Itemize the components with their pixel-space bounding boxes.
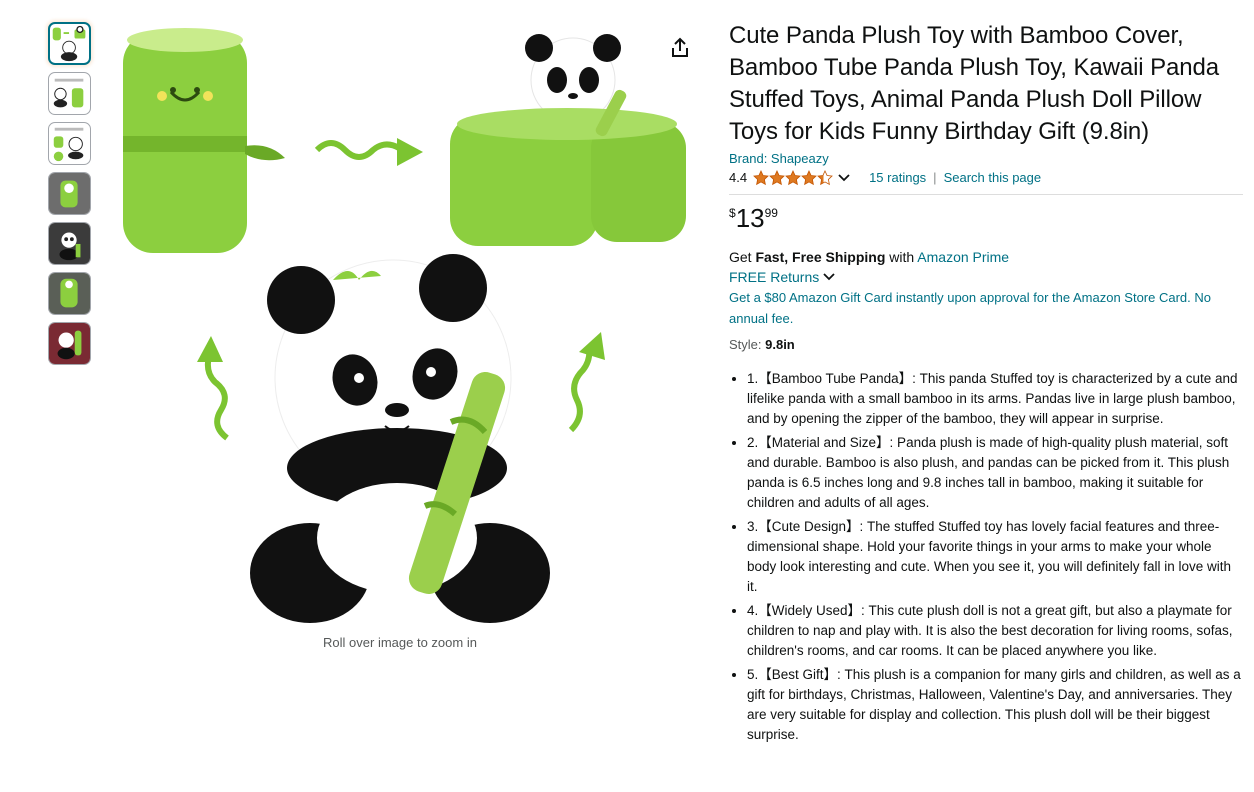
feature-bullet: 4.【Widely Used】: This cute plush doll is… bbox=[747, 601, 1243, 661]
style-value: 9.8in bbox=[765, 337, 795, 352]
thumbnail-3[interactable] bbox=[48, 122, 91, 165]
thumbnail-1[interactable] bbox=[48, 22, 91, 65]
shipping-middle: with bbox=[885, 249, 918, 265]
star-icon bbox=[753, 170, 769, 186]
thumbnail-4[interactable] bbox=[48, 172, 91, 215]
chevron-down-icon[interactable] bbox=[837, 171, 851, 185]
thumbnail-6[interactable] bbox=[48, 272, 91, 315]
thumbnail-7[interactable] bbox=[48, 322, 91, 365]
price-fraction: 99 bbox=[764, 206, 778, 220]
thumbnail-image bbox=[53, 127, 84, 162]
share-icon bbox=[672, 37, 688, 57]
style-selector: Style: 9.8in bbox=[729, 335, 1243, 355]
feature-bullets: 1.【Bamboo Tube Panda】: This panda Stuffe… bbox=[729, 369, 1243, 745]
rating-row: 4.4 15 ratings | Search this page bbox=[729, 168, 1243, 195]
thumbnail-image bbox=[49, 223, 90, 264]
panda-plush bbox=[250, 254, 550, 623]
thumbnail-2[interactable] bbox=[48, 72, 91, 115]
main-product-image[interactable] bbox=[105, 18, 705, 628]
product-info: Cute Panda Plush Toy with Bamboo Cover, … bbox=[729, 20, 1243, 749]
star-icon bbox=[769, 170, 785, 186]
star-rating[interactable] bbox=[753, 170, 833, 186]
thumbnail-5[interactable] bbox=[48, 222, 91, 265]
thumbnail-list bbox=[48, 22, 93, 372]
brand-link[interactable]: Brand: Shapeazy bbox=[729, 150, 829, 168]
thumbnail-image bbox=[52, 25, 86, 62]
shipping-info: Get Fast, Free Shipping with Amazon Prim… bbox=[729, 247, 1243, 267]
feature-bullet: 1.【Bamboo Tube Panda】: This panda Stuffe… bbox=[747, 369, 1243, 429]
thumbnail-image bbox=[49, 273, 90, 314]
chevron-down-icon bbox=[823, 273, 835, 281]
free-returns[interactable]: FREE Returns bbox=[729, 267, 1243, 287]
bamboo-tube-open bbox=[450, 34, 686, 246]
thumbnail-image bbox=[53, 78, 84, 108]
gift-card-offer[interactable]: Get a $80 Amazon Gift Card instantly upo… bbox=[729, 287, 1243, 329]
returns-label: FREE Returns bbox=[729, 269, 820, 285]
star-icon bbox=[817, 170, 833, 186]
search-page-link[interactable]: Search this page bbox=[944, 168, 1042, 188]
ratings-count-link[interactable]: 15 ratings bbox=[869, 168, 926, 188]
price-symbol: $ bbox=[729, 206, 736, 220]
shipping-bold: Fast, Free Shipping bbox=[755, 249, 886, 265]
price: $ 13 99 bbox=[729, 203, 1243, 233]
star-icon bbox=[785, 170, 801, 186]
share-button[interactable] bbox=[668, 36, 692, 60]
feature-bullet: 2.【Material and Size】: Panda plush is ma… bbox=[747, 433, 1243, 513]
bamboo-tube-closed bbox=[123, 28, 285, 253]
prime-link[interactable]: Amazon Prime bbox=[917, 249, 1009, 265]
shipping-prefix: Get bbox=[729, 249, 756, 265]
thumbnail-image bbox=[49, 323, 90, 364]
style-label: Style: bbox=[729, 337, 766, 352]
thumbnail-image bbox=[49, 173, 90, 214]
feature-bullet: 5.【Best Gift】: This plush is a companion… bbox=[747, 665, 1243, 745]
separator: | bbox=[933, 170, 937, 185]
rating-value: 4.4 bbox=[729, 170, 748, 185]
star-icon bbox=[801, 170, 817, 186]
feature-bullet: 3.【Cute Design】: The stuffed Stuffed toy… bbox=[747, 517, 1243, 597]
product-illustration bbox=[123, 28, 686, 623]
price-whole: 13 bbox=[735, 203, 765, 233]
product-title: Cute Panda Plush Toy with Bamboo Cover, … bbox=[729, 22, 1220, 145]
zoom-hint: Roll over image to zoom in bbox=[323, 635, 477, 650]
